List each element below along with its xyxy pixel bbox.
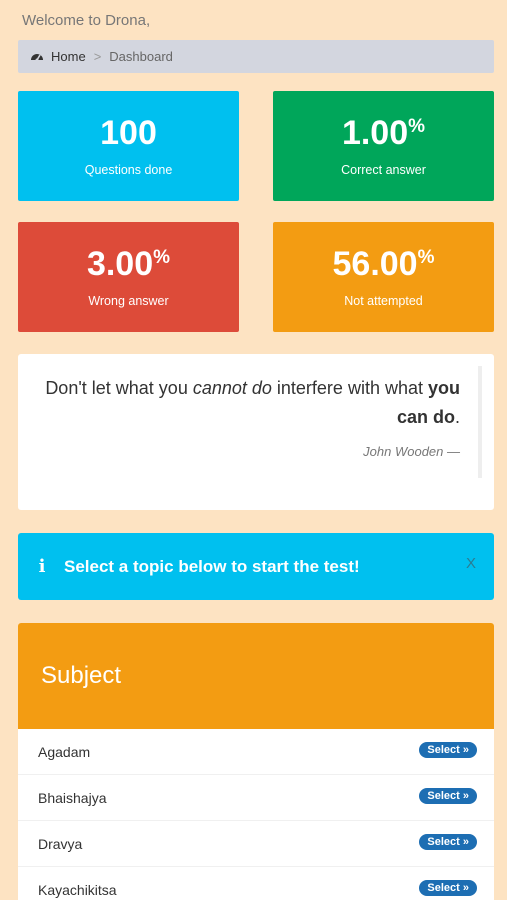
list-item: Dravya Select »	[18, 821, 494, 867]
breadcrumb-home-link[interactable]: Home	[51, 49, 86, 64]
breadcrumb-separator: >	[93, 49, 102, 64]
alert-message: Select a topic below to start the test!	[64, 556, 360, 576]
stat-label: Correct answer	[341, 163, 426, 177]
subject-name: Dravya	[38, 835, 83, 852]
stat-label: Wrong answer	[88, 294, 169, 308]
stat-value: 1.00	[341, 114, 409, 152]
dashboard-icon	[30, 50, 44, 64]
list-item: Agadam Select »	[18, 729, 494, 775]
welcome-text: Welcome to Drona,	[22, 12, 151, 29]
stat-value: 56.00	[332, 245, 418, 283]
stat-label: Questions done	[84, 163, 173, 177]
list-item: Kayachikitsa Select »	[18, 867, 494, 900]
stat-label: Not attempted	[344, 294, 423, 308]
stat-not-attempted: 56.00% Not attempted	[273, 222, 494, 332]
select-button[interactable]: Select »	[419, 834, 477, 850]
stat-suffix: %	[408, 116, 426, 137]
quote-end: .	[454, 407, 460, 427]
info-alert: i Select a topic below to start the test…	[18, 533, 494, 600]
subject-name: Agadam	[38, 743, 91, 760]
select-button[interactable]: Select »	[419, 880, 477, 896]
info-icon: i	[38, 556, 46, 577]
quote-part1: Don't let what you	[45, 378, 193, 398]
quote-emphasis: cannot do	[192, 378, 272, 398]
quote-border	[478, 366, 482, 478]
stat-value: 3.00	[86, 245, 154, 283]
quote-text: Don't let what you cannot do interfere w…	[30, 374, 460, 432]
subject-name: Bhaishajya	[38, 789, 107, 806]
stat-questions-done: 100 Questions done	[18, 91, 239, 201]
quote-author: John Wooden —	[363, 444, 460, 459]
stat-value: 100	[100, 114, 157, 152]
subject-name: Kayachikitsa	[38, 881, 117, 898]
stat-suffix: %	[417, 247, 435, 268]
stat-correct-answer: 1.00% Correct answer	[273, 91, 494, 201]
stat-suffix: %	[153, 247, 171, 268]
alert-close-button[interactable]: X	[466, 555, 476, 572]
breadcrumb: Home > Dashboard	[18, 40, 494, 73]
stat-wrong-answer: 3.00% Wrong answer	[18, 222, 239, 332]
breadcrumb-current: Dashboard	[109, 49, 173, 64]
quote-part2: interfere with what	[271, 378, 428, 398]
select-button[interactable]: Select »	[419, 742, 477, 758]
subject-panel: Subject Agadam Select » Bhaishajya Selec…	[18, 623, 494, 900]
select-button[interactable]: Select »	[419, 788, 477, 804]
quote-box: Don't let what you cannot do interfere w…	[18, 354, 494, 510]
list-item: Bhaishajya Select »	[18, 775, 494, 821]
subject-title: Subject	[18, 623, 494, 729]
